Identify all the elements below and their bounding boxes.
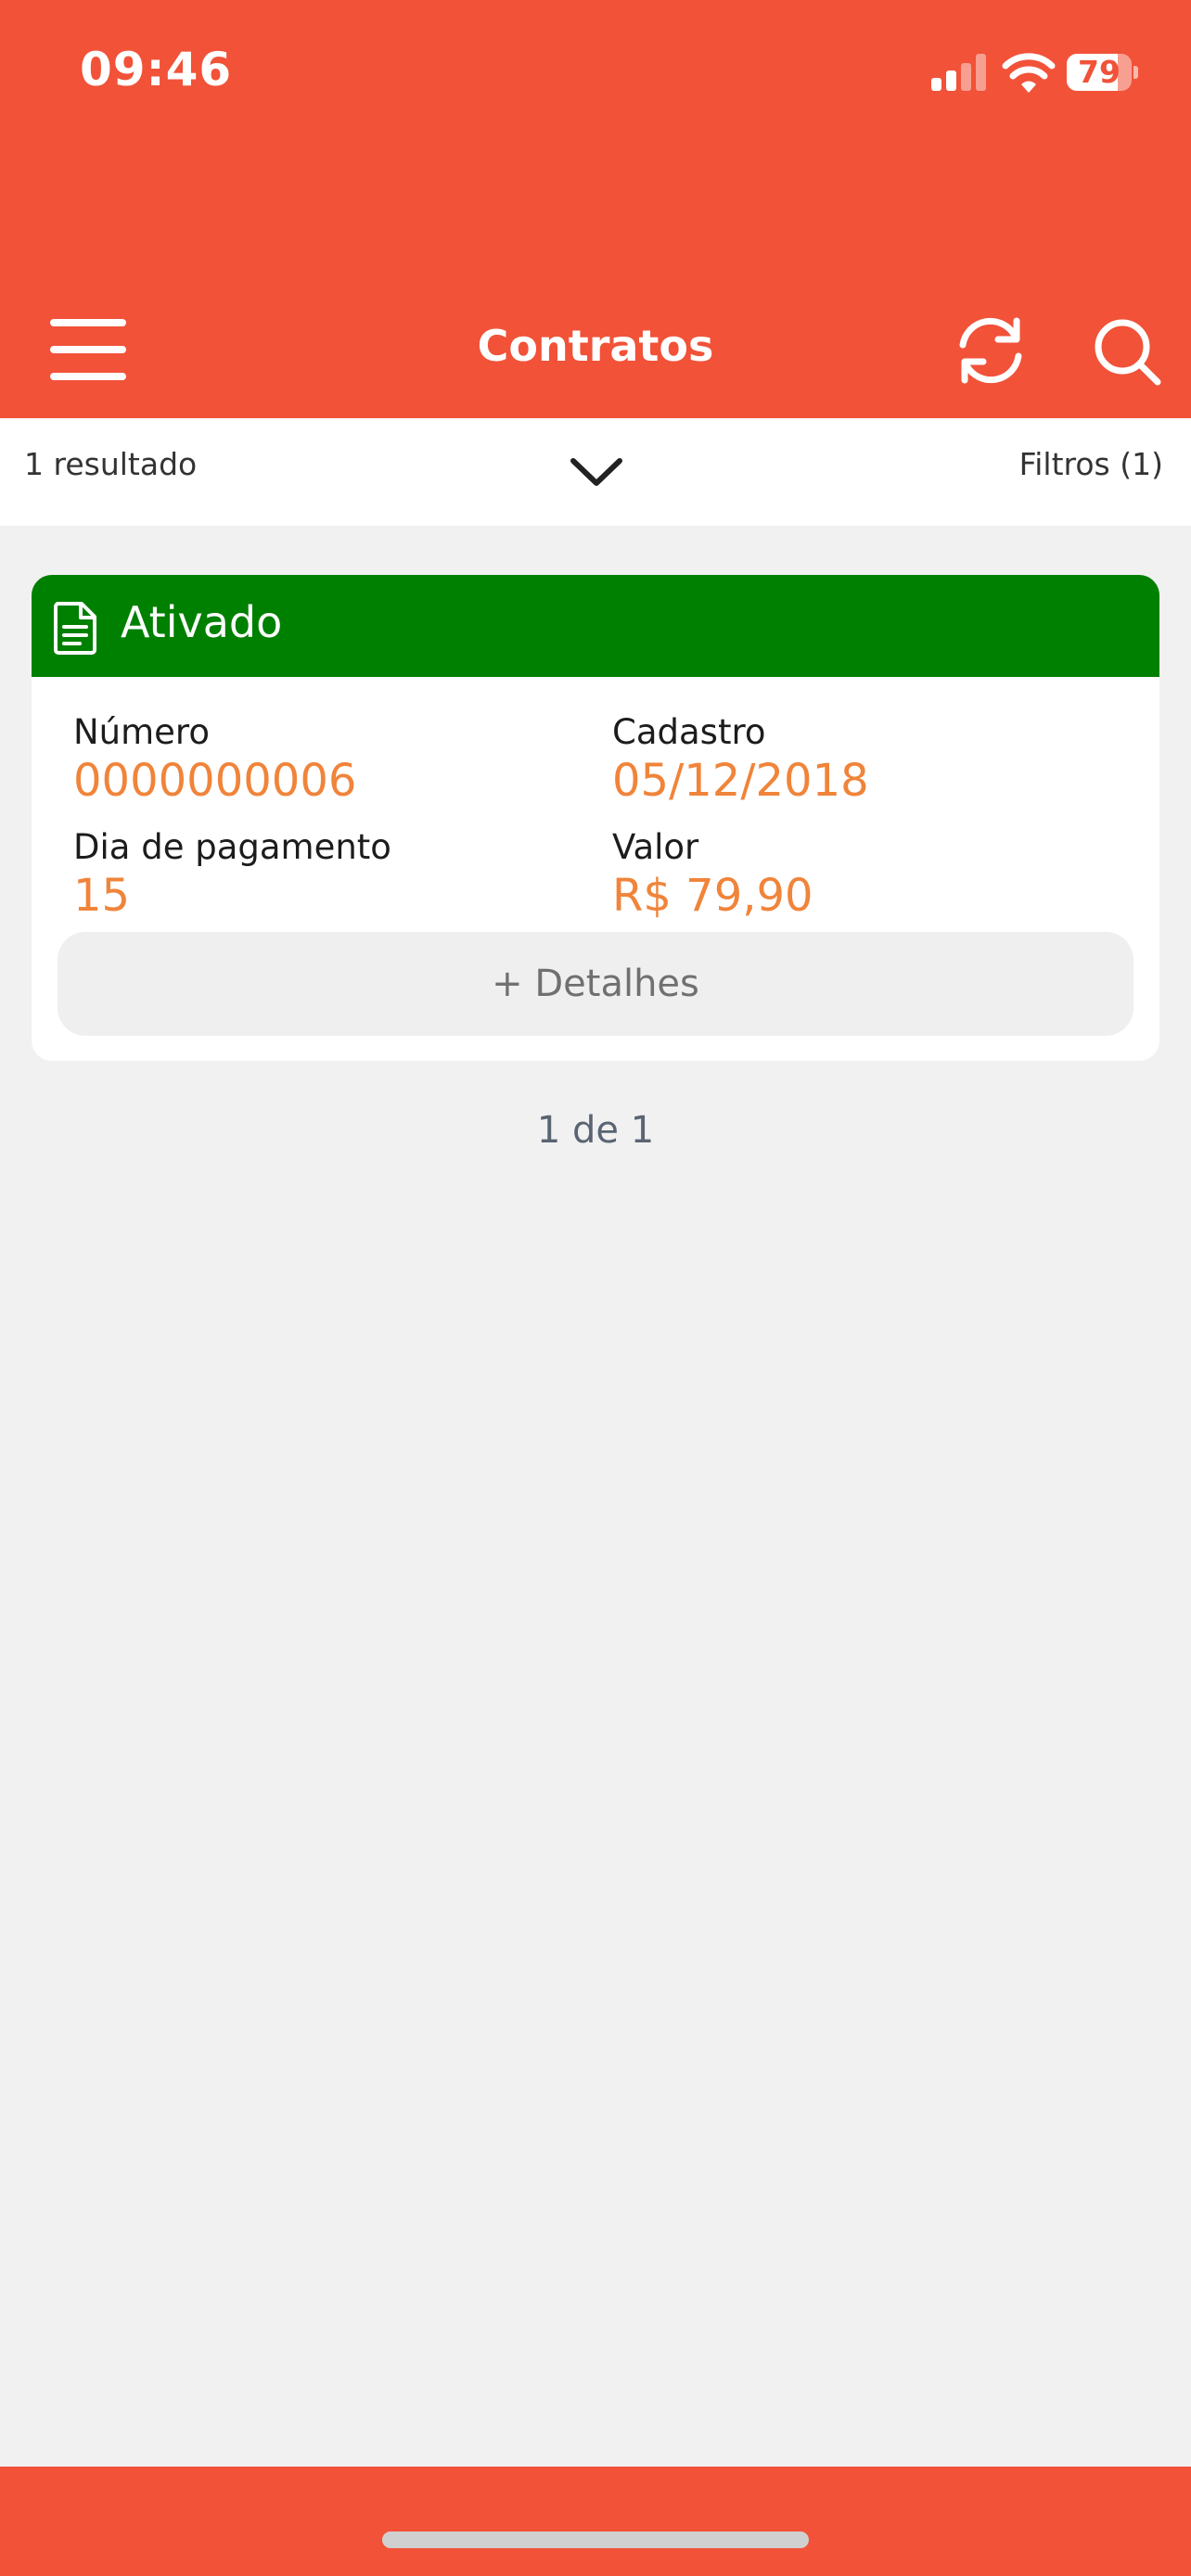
page-title: Contratos xyxy=(477,321,714,371)
filters-button[interactable]: Filtros (1) xyxy=(1019,446,1163,482)
chevron-down-icon[interactable] xyxy=(566,446,627,498)
amount-label: Valor xyxy=(612,827,699,867)
number-value: 0000000006 xyxy=(73,755,357,807)
battery-percentage: 79 xyxy=(1078,54,1121,90)
number-label: Número xyxy=(73,712,210,752)
refresh-icon[interactable] xyxy=(950,312,1031,389)
details-button[interactable]: + Detalhes xyxy=(58,932,1133,1036)
registration-label: Cadastro xyxy=(612,712,766,752)
search-icon[interactable] xyxy=(1087,312,1165,389)
registration-value: 05/12/2018 xyxy=(612,755,869,807)
amount-value: R$ 79,90 xyxy=(612,870,813,922)
battery-indicator: 79 xyxy=(1067,54,1138,91)
contract-status: Ativado xyxy=(121,597,283,647)
bottom-bar xyxy=(0,2467,1191,2576)
home-indicator[interactable] xyxy=(382,2531,809,2548)
app-header: 09:46 79 Contratos xyxy=(0,0,1191,418)
status-time: 09:46 xyxy=(80,43,233,96)
cellular-signal-icon xyxy=(931,54,989,91)
filter-bar: 1 resultado Filtros (1) xyxy=(0,418,1191,526)
contract-card[interactable]: Ativado Número 0000000006 Cadastro 05/12… xyxy=(32,575,1159,1061)
payment-day-value: 15 xyxy=(73,870,131,922)
result-count: 1 resultado xyxy=(24,446,198,482)
contract-status-header: Ativado xyxy=(32,575,1159,677)
pagination-label: 1 de 1 xyxy=(536,1109,655,1152)
hamburger-menu-icon[interactable] xyxy=(46,315,130,384)
document-icon xyxy=(54,602,96,655)
wifi-icon xyxy=(1002,53,1056,93)
payment-day-label: Dia de pagamento xyxy=(73,827,391,867)
